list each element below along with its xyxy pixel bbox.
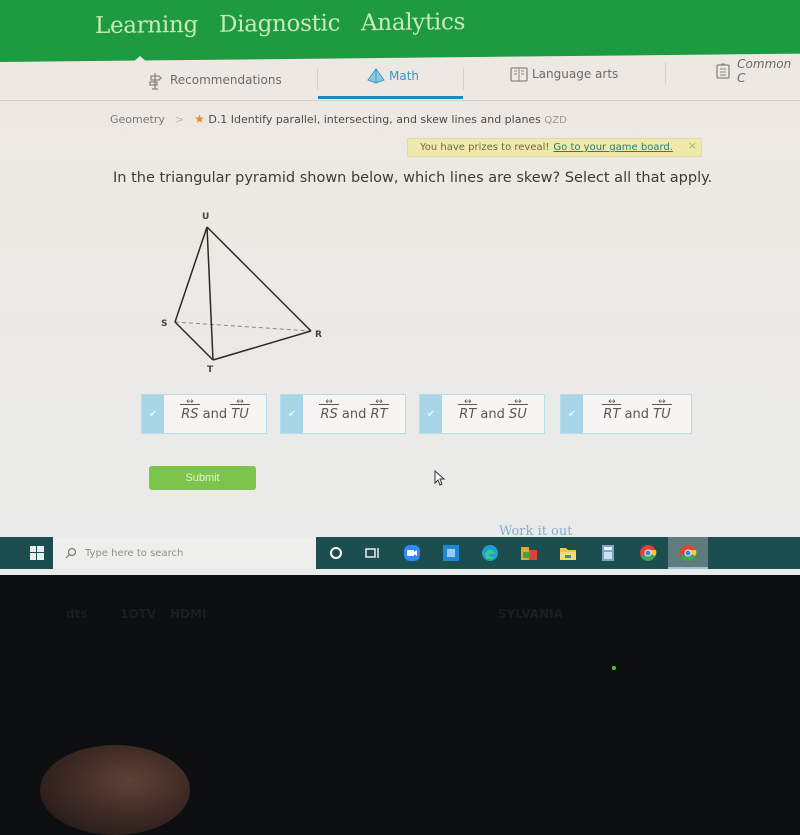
tab-label: Language arts bbox=[532, 67, 619, 81]
nav-learning[interactable]: Learning bbox=[95, 12, 198, 39]
choice-rt-su[interactable]: ✔ RT and SU bbox=[419, 394, 545, 434]
close-icon[interactable]: × bbox=[688, 139, 697, 152]
monitor-brand: SYLVANIA bbox=[498, 607, 563, 621]
prize-banner: You have prizes to reveal! Go to your ga… bbox=[407, 138, 702, 157]
clipboard-icon bbox=[716, 63, 731, 79]
book-icon bbox=[510, 66, 528, 82]
edge-ut bbox=[206, 226, 214, 361]
pyramid-icon bbox=[367, 68, 385, 84]
finger-in-frame bbox=[40, 745, 190, 835]
search-icon bbox=[65, 547, 77, 559]
tab-label: Math bbox=[389, 69, 420, 83]
nav-analytics[interactable]: Analytics bbox=[361, 9, 465, 36]
monitor-label-10tv: 1OTV bbox=[120, 607, 157, 621]
pyramid-figure: U S R T bbox=[161, 212, 322, 375]
top-nav-bar: Learning Diagnostic Analytics bbox=[0, 0, 800, 62]
taskbar-search-input[interactable]: Type here to search bbox=[53, 537, 316, 569]
file-explorer-icon[interactable] bbox=[557, 542, 579, 564]
store-icon[interactable] bbox=[440, 542, 462, 564]
active-app-indicator bbox=[668, 567, 708, 569]
chrome-icon[interactable] bbox=[637, 542, 659, 564]
screen: Learning Diagnostic Analytics Recommenda… bbox=[0, 0, 800, 575]
breadcrumb: Geometry > ★ D.1 Identify parallel, inte… bbox=[110, 112, 567, 126]
checkbox-icon[interactable]: ✔ bbox=[281, 395, 303, 433]
windows-icon bbox=[29, 546, 44, 560]
monitor-label-hdmi: HDMI bbox=[170, 607, 207, 621]
monitor-label-dts: dts bbox=[66, 607, 88, 621]
tab-math[interactable]: Math bbox=[367, 60, 419, 92]
choice-rt-tu[interactable]: ✔ RT and TU bbox=[560, 394, 692, 434]
vertex-u: U bbox=[202, 212, 209, 222]
windows-start-button[interactable] bbox=[20, 537, 53, 569]
choice-rs-rt[interactable]: ✔ RS and RT bbox=[280, 394, 406, 434]
submit-button[interactable]: Submit bbox=[149, 466, 256, 490]
tab-recommendations[interactable]: Recommendations bbox=[148, 64, 282, 96]
breadcrumb-subject[interactable]: Geometry bbox=[110, 113, 165, 126]
breadcrumb-separator: > bbox=[174, 112, 185, 126]
vertex-s: S bbox=[161, 319, 167, 329]
mouse-cursor-icon bbox=[434, 470, 446, 486]
edge-icon[interactable] bbox=[479, 542, 501, 564]
tab-label: Recommendations bbox=[170, 73, 282, 87]
tab-common-core[interactable]: Common C bbox=[716, 55, 800, 87]
active-tab-indicator bbox=[318, 96, 463, 99]
nav-diagnostic[interactable]: Diagnostic bbox=[219, 10, 340, 37]
star-icon: ★ bbox=[194, 112, 205, 126]
calculator-icon[interactable] bbox=[597, 542, 619, 564]
edge-ur bbox=[206, 226, 312, 332]
tab-language-arts[interactable]: Language arts bbox=[510, 58, 618, 90]
edge-us bbox=[174, 226, 208, 323]
vertex-r: R bbox=[315, 330, 322, 340]
checkbox-icon[interactable]: ✔ bbox=[420, 395, 442, 433]
prize-text: You have prizes to reveal! bbox=[420, 142, 550, 153]
office-icon[interactable] bbox=[518, 542, 540, 564]
signpost-icon bbox=[148, 72, 164, 90]
vertex-t: T bbox=[207, 365, 214, 375]
skill-title: D.1 Identify parallel, intersecting, and… bbox=[208, 113, 541, 126]
choice-rs-tu[interactable]: ✔ RS and TU bbox=[141, 394, 267, 434]
task-view-icon[interactable] bbox=[362, 542, 384, 564]
cortana-icon[interactable] bbox=[325, 542, 347, 564]
tab-label: Common C bbox=[737, 57, 792, 85]
question-prompt: In the triangular pyramid shown below, w… bbox=[113, 170, 713, 186]
game-board-link[interactable]: Go to your game board. bbox=[553, 142, 673, 153]
skill-code: QZD bbox=[544, 115, 567, 126]
checkbox-icon[interactable]: ✔ bbox=[142, 395, 164, 433]
power-led bbox=[612, 666, 616, 670]
zoom-icon[interactable] bbox=[401, 542, 423, 564]
edge-st bbox=[174, 321, 214, 361]
search-placeholder: Type here to search bbox=[85, 547, 184, 559]
checkbox-icon[interactable]: ✔ bbox=[561, 395, 583, 433]
edge-tr bbox=[212, 330, 312, 361]
chrome-icon[interactable] bbox=[677, 542, 699, 564]
hidden-edge-sr bbox=[174, 321, 312, 332]
